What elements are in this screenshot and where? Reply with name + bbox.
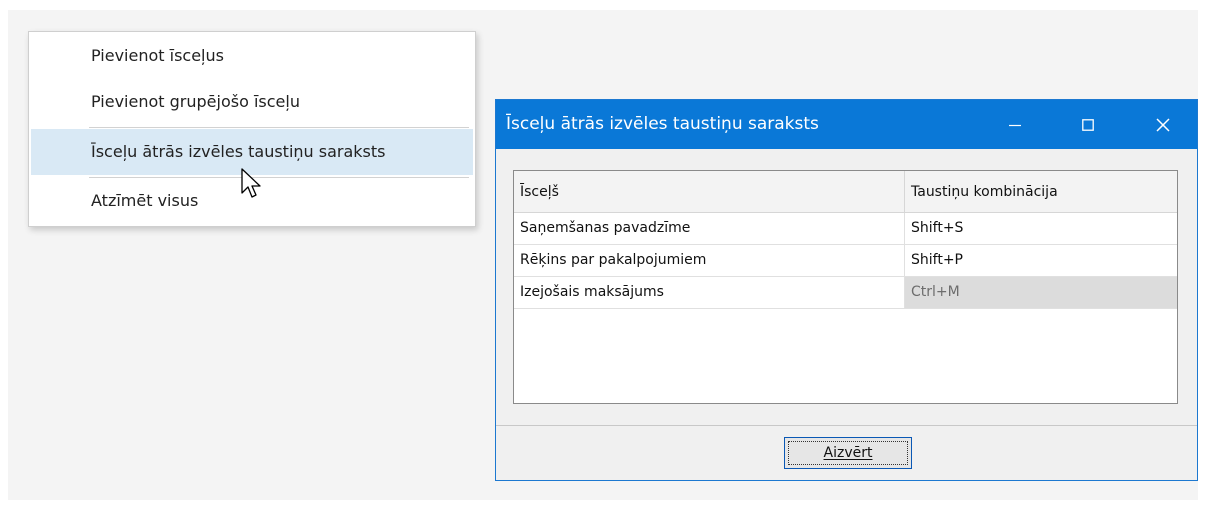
menu-item-add-group-shortcut[interactable]: Pievienot grupējošo īsceļu bbox=[31, 79, 473, 125]
menu-item-add-shortcuts[interactable]: Pievienot īsceļus bbox=[31, 33, 473, 79]
column-header-shortcut[interactable]: Īsceļš bbox=[514, 171, 905, 213]
dialog-title: Īsceļu ātrās izvēles taustiņu saraksts bbox=[506, 114, 819, 134]
minimize-icon bbox=[1009, 124, 1021, 126]
close-icon bbox=[1156, 117, 1170, 132]
focus-ring bbox=[788, 441, 908, 465]
cell-shortcut[interactable]: Rēķins par pakalpojumiem bbox=[514, 245, 905, 276]
close-window-button[interactable] bbox=[1140, 100, 1186, 149]
maximize-button[interactable] bbox=[1065, 100, 1111, 149]
cell-shortcut[interactable]: Izejošais maksājums bbox=[514, 277, 905, 308]
dialog-titlebar[interactable]: Īsceļu ātrās izvēles taustiņu saraksts bbox=[496, 100, 1197, 149]
cell-shortcut[interactable]: Saņemšanas pavadzīme bbox=[514, 213, 905, 244]
column-header-label: Taustiņu kombinācija bbox=[911, 184, 1058, 200]
minimize-button[interactable] bbox=[992, 100, 1038, 149]
menu-separator bbox=[89, 127, 469, 128]
mouse-pointer-icon bbox=[241, 168, 261, 198]
menu-item-label: Īsceļu ātrās izvēles taustiņu saraksts bbox=[91, 142, 386, 161]
column-header-label: Īsceļš bbox=[520, 184, 559, 200]
dialog-footer-divider bbox=[496, 425, 1197, 426]
cell-key-combination-selected[interactable]: Ctrl+M bbox=[905, 277, 1177, 308]
close-button[interactable]: Aizvērt bbox=[784, 437, 912, 469]
column-header-key-combination[interactable]: Taustiņu kombinācija bbox=[905, 171, 1177, 213]
table-row[interactable]: Rēķins par pakalpojumiem Shift+P bbox=[514, 245, 1177, 277]
cell-key-combination[interactable]: Shift+P bbox=[905, 245, 1177, 276]
shortcut-list-dialog: Īsceļu ātrās izvēles taustiņu saraksts Ī… bbox=[495, 99, 1198, 481]
menu-item-label: Atzīmēt visus bbox=[91, 191, 199, 210]
maximize-icon bbox=[1082, 118, 1094, 131]
table-row[interactable]: Izejošais maksājums Ctrl+M bbox=[514, 277, 1177, 309]
shortcut-grid[interactable]: Īsceļš Taustiņu kombinācija Saņemšanas p… bbox=[513, 170, 1178, 404]
table-row[interactable]: Saņemšanas pavadzīme Shift+S bbox=[514, 213, 1177, 245]
cell-key-combination[interactable]: Shift+S bbox=[905, 213, 1177, 244]
menu-item-label: Pievienot īsceļus bbox=[91, 46, 224, 65]
menu-item-label: Pievienot grupējošo īsceļu bbox=[91, 92, 300, 111]
grid-header: Īsceļš Taustiņu kombinācija bbox=[514, 171, 1177, 213]
